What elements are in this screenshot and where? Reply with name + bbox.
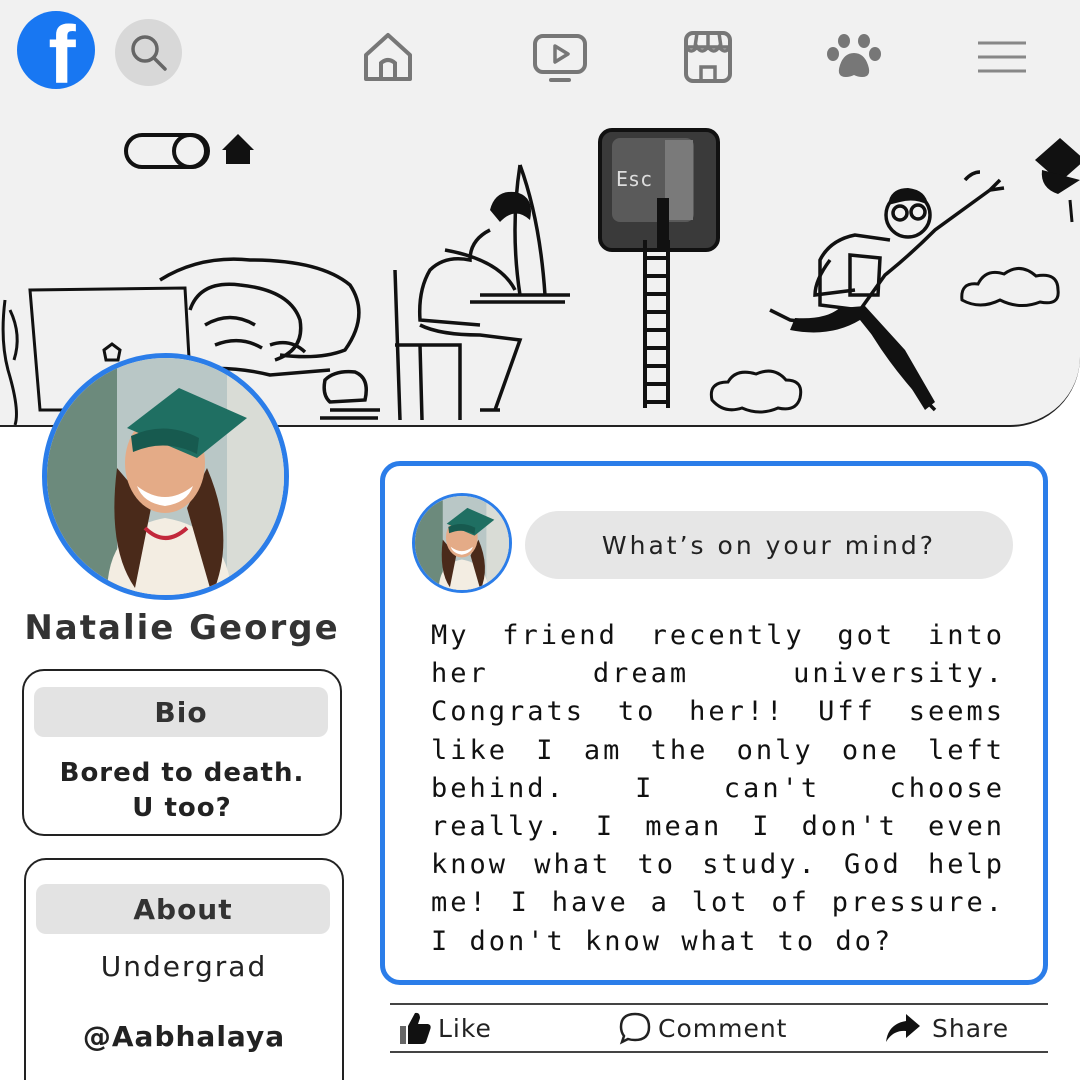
post-action-bar: Like Comment Share bbox=[390, 1003, 1048, 1053]
cloud-doodle-2 bbox=[709, 369, 803, 414]
grad-cap-doodle bbox=[1035, 138, 1080, 223]
menu-button[interactable] bbox=[972, 27, 1032, 87]
bio-line-2: U too? bbox=[132, 793, 232, 823]
post-text: My friend recently got into her dream un… bbox=[431, 620, 1005, 957]
ladder-doodle bbox=[643, 240, 670, 408]
cloud-doodle bbox=[960, 267, 1060, 307]
running-student-hair bbox=[888, 188, 928, 205]
about-handle[interactable]: @Aabhalaya bbox=[26, 1020, 342, 1053]
about-heading: About bbox=[36, 884, 330, 934]
comment-icon bbox=[619, 1012, 651, 1045]
esc-key-doodle: Esc bbox=[598, 128, 720, 252]
post-card: What’s on your mind? My friend recently … bbox=[380, 461, 1048, 985]
menu-icon bbox=[978, 41, 1026, 73]
share-label: Share bbox=[932, 1013, 1010, 1043]
house-doodle bbox=[222, 134, 254, 164]
search-button[interactable] bbox=[115, 19, 182, 86]
bio-heading: Bio bbox=[34, 687, 328, 737]
bio-text: Bored to death. U too? bbox=[24, 756, 340, 826]
running-student-doodle bbox=[769, 170, 1005, 412]
facebook-logo[interactable]: f bbox=[17, 11, 95, 89]
nav-marketplace-button[interactable] bbox=[678, 27, 738, 87]
esc-key-label: Esc bbox=[616, 167, 652, 191]
facebook-logo-letter: f bbox=[48, 11, 76, 90]
home-icon bbox=[364, 33, 412, 81]
nav-groups-button[interactable] bbox=[824, 27, 884, 87]
nav-home-button[interactable] bbox=[358, 27, 418, 87]
bio-line-1: Bored to death. bbox=[59, 758, 305, 788]
like-label: Like bbox=[438, 1013, 492, 1043]
paw-icon bbox=[827, 34, 881, 77]
graduate-photo-small bbox=[415, 496, 509, 590]
toggle-doodle bbox=[124, 133, 210, 169]
computer-user-doodle bbox=[393, 164, 570, 421]
thumbs-up-icon bbox=[400, 1012, 431, 1044]
comment-label: Comment bbox=[658, 1013, 788, 1043]
search-icon bbox=[130, 34, 167, 71]
marketplace-icon bbox=[684, 31, 732, 83]
graduate-photo bbox=[47, 358, 284, 595]
pants-doodle bbox=[790, 306, 935, 410]
computer-user-hair bbox=[490, 191, 531, 222]
like-button[interactable]: Like bbox=[398, 1005, 492, 1051]
about-card: About Undergrad @Aabhalaya bbox=[24, 858, 344, 1080]
video-icon bbox=[533, 34, 587, 82]
profile-page: f Esc Natalie George Bio Bored to death.… bbox=[0, 0, 1080, 1080]
about-status: Undergrad bbox=[100, 950, 268, 983]
nav-video-button[interactable] bbox=[530, 27, 590, 87]
share-icon bbox=[886, 1014, 920, 1042]
whats-on-your-mind-input[interactable]: What’s on your mind? bbox=[525, 511, 1013, 579]
share-button[interactable]: Share bbox=[884, 1005, 1009, 1051]
profile-name: Natalie George bbox=[24, 608, 340, 648]
post-avatar[interactable] bbox=[412, 493, 512, 593]
comment-button[interactable]: Comment bbox=[618, 1005, 788, 1051]
profile-avatar[interactable] bbox=[42, 353, 289, 600]
bio-card: Bio Bored to death. U too? bbox=[22, 669, 342, 836]
